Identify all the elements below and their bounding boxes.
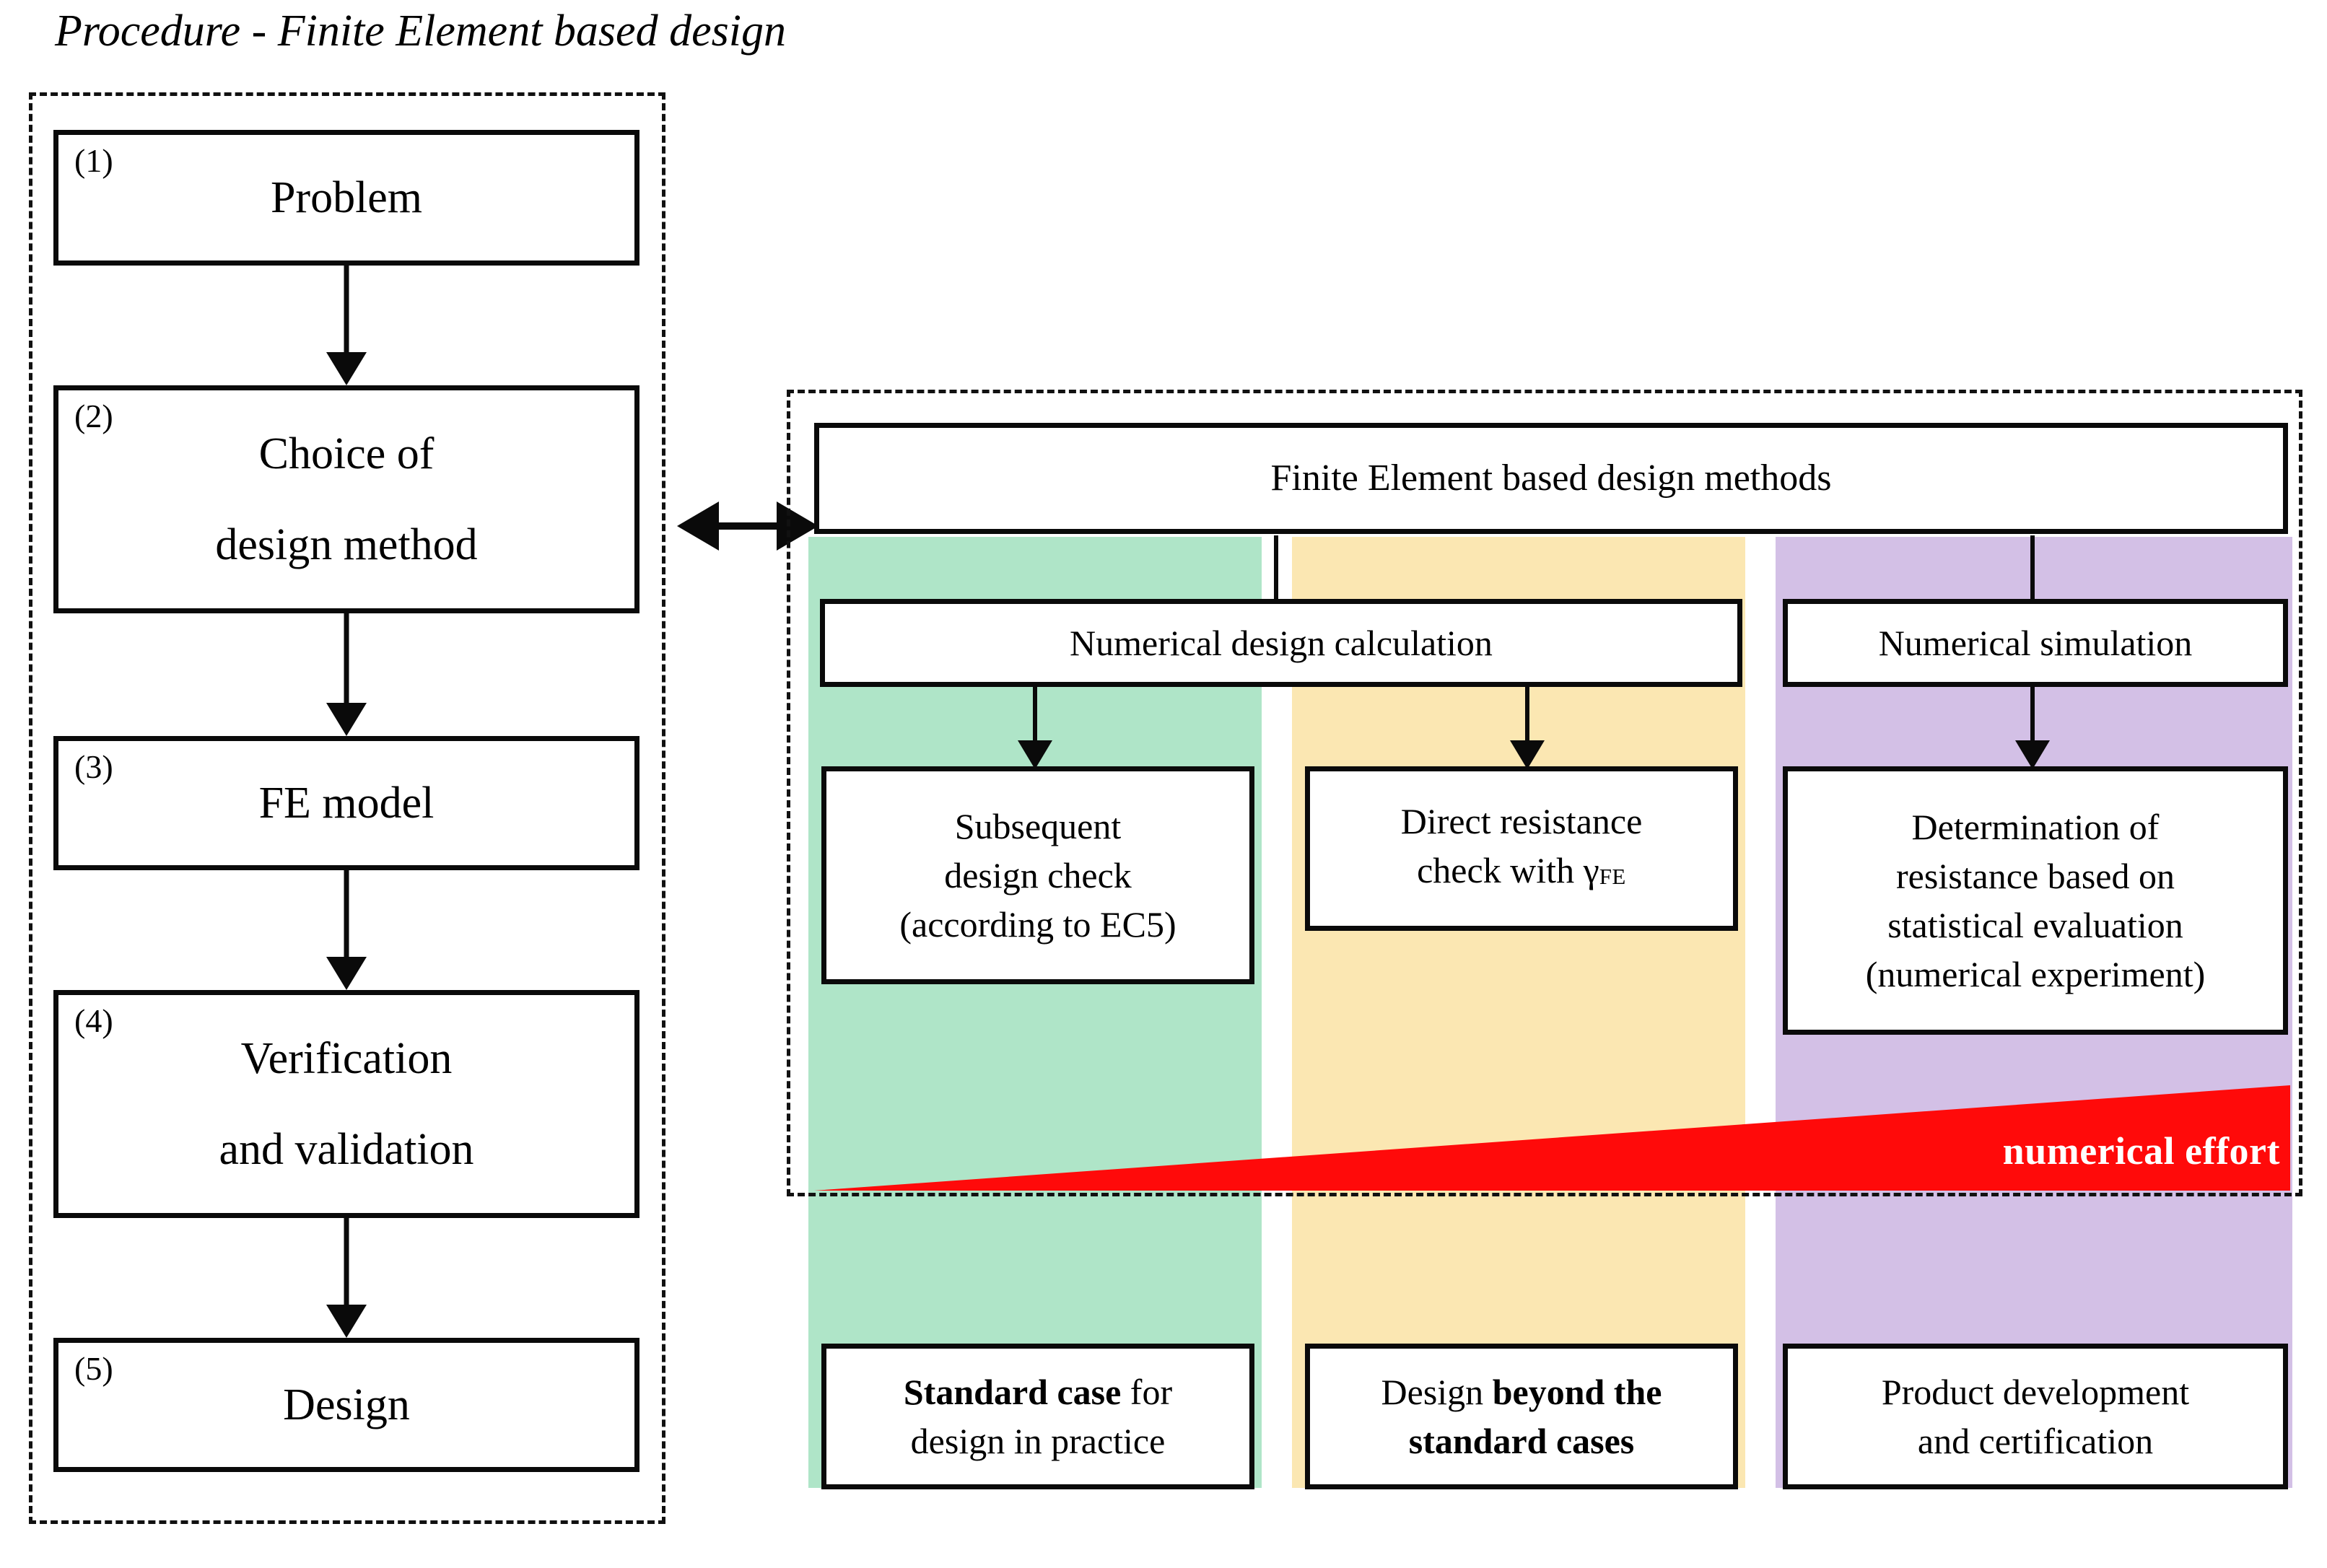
page-title: Procedure - Finite Element based design [55, 6, 786, 56]
standard-case-line1: Standard case for [834, 1367, 1242, 1416]
beyond-standard-line1: Design beyond the [1317, 1367, 1726, 1416]
beyond-standard-line2: standard cases [1317, 1416, 1726, 1466]
numerical-simulation-label: Numerical simulation [1878, 623, 2193, 663]
step-5-label: Design [283, 1380, 410, 1429]
step-2-label-line1: Choice of [258, 429, 435, 478]
numerical-effort-wedge: numerical effort [814, 1062, 2290, 1198]
product-development-line2: and certification [1917, 1421, 2154, 1461]
determination-of-resistance-line2: resistance based on [1896, 856, 2175, 896]
procedure-step-2[interactable]: (2) Choice of design method [53, 385, 639, 613]
method-box-numerical-simulation[interactable]: Numerical simulation [1783, 599, 2288, 687]
beyond-standard-prefix: Design [1381, 1372, 1493, 1412]
arrow-step4-to-step5 [326, 1218, 367, 1338]
subsequent-design-check-line3: (according to EC5) [899, 904, 1176, 945]
method-box-numerical-design-calculation[interactable]: Numerical design calculation [820, 599, 1742, 687]
step-4-label-line1: Verification [240, 1034, 453, 1083]
procedure-step-4[interactable]: (4) Verification and validation [53, 990, 639, 1218]
step-2-number: (2) [74, 398, 113, 434]
detail-box-subsequent-design-check[interactable]: Subsequent design check (according to EC… [821, 766, 1254, 984]
arrow-to-subsequent-design-check [1016, 687, 1054, 769]
numerical-design-calculation-label: Numerical design calculation [1070, 623, 1493, 663]
standard-case-rest: for [1121, 1372, 1173, 1412]
beyond-standard-bold2: standard cases [1408, 1421, 1635, 1461]
diagram-canvas: Procedure - Finite Element based design … [0, 0, 2327, 1568]
step-4-number: (4) [74, 1002, 113, 1039]
arrow-step2-to-step3 [326, 613, 367, 736]
determination-of-resistance-line4: (numerical experiment) [1865, 954, 2206, 994]
numerical-effort-label: numerical effort [2002, 1129, 2280, 1173]
subsequent-design-check-line2: design check [944, 855, 1132, 895]
purpose-box-standard-case[interactable]: Standard case for design in practice [821, 1344, 1254, 1489]
step-1-label: Problem [270, 173, 423, 222]
step-5-number: (5) [74, 1350, 113, 1387]
beyond-standard-bold1: beyond the [1492, 1372, 1662, 1412]
arrow-to-determination-of-resistance [2014, 687, 2051, 769]
step-2-label-line2: design method [215, 520, 478, 569]
methods-header-label: Finite Element based design methods [1270, 457, 1832, 499]
step-1-number: (1) [74, 142, 113, 179]
direct-resistance-check-line2: check with γFE [1317, 846, 1726, 901]
determination-of-resistance-line3: statistical evaluation [1887, 905, 2183, 945]
direct-resistance-check-line1: Direct resistance [1400, 800, 1643, 841]
arrow-step1-to-step2 [326, 266, 367, 385]
determination-of-resistance-line1: Determination of [1911, 807, 2160, 847]
procedure-step-1[interactable]: (1) Problem [53, 130, 639, 266]
methods-header-box[interactable]: Finite Element based design methods [814, 423, 2288, 534]
subsequent-design-check-line1: Subsequent [954, 806, 1122, 846]
gamma-prefix-text: check with γ [1417, 849, 1599, 890]
arrow-step3-to-step4 [326, 870, 367, 990]
arrow-to-direct-resistance-check [1509, 687, 1546, 769]
standard-case-bold: Standard case [903, 1372, 1122, 1412]
detail-box-direct-resistance-check[interactable]: Direct resistance check with γFE [1305, 766, 1738, 931]
purpose-box-product-development[interactable]: Product development and certification [1783, 1344, 2288, 1489]
step-3-label: FE model [258, 779, 435, 828]
step-4-label-line2: and validation [219, 1125, 474, 1174]
gamma-subscript-fe: FE [1599, 863, 1626, 889]
procedure-step-3[interactable]: (3) FE model [53, 736, 639, 870]
purpose-box-beyond-standard-cases[interactable]: Design beyond the standard cases [1305, 1344, 1738, 1489]
product-development-line1: Product development [1881, 1372, 2190, 1412]
procedure-step-5[interactable]: (5) Design [53, 1338, 639, 1472]
step-3-number: (3) [74, 748, 113, 785]
detail-box-determination-of-resistance[interactable]: Determination of resistance based on sta… [1783, 766, 2288, 1035]
standard-case-line2: design in practice [910, 1421, 1166, 1461]
